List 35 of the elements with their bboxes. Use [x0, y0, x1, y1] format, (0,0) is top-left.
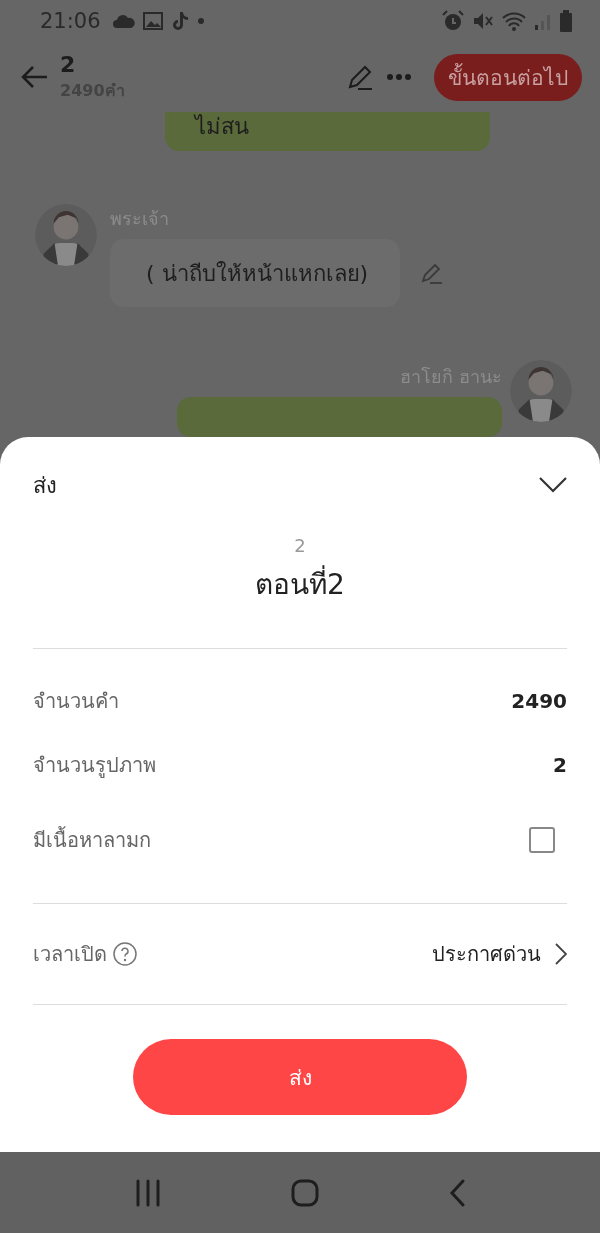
- alarm-icon: [442, 10, 464, 32]
- chevron-down-icon[interactable]: [539, 477, 567, 493]
- stat-value: 2490: [511, 689, 567, 713]
- episode-title: ตอนที่2: [255, 562, 345, 606]
- setting-label: เวลาเปิด: [33, 941, 107, 968]
- next-step-button[interactable]: ขั้นตอนต่อไป: [434, 53, 582, 101]
- stat-label: จำนวนคำ: [33, 688, 119, 715]
- stat-label: จำนวนรูปภาพ: [33, 752, 156, 780]
- chat-bubble: ไม่สน: [165, 112, 490, 151]
- mute-icon: [472, 11, 494, 31]
- chapter-title: 2: [60, 51, 77, 78]
- dot-icon: [196, 17, 205, 25]
- cloud-icon: [112, 14, 135, 28]
- episode-number: 2: [294, 535, 306, 556]
- music-note-icon: [170, 11, 189, 31]
- battery-icon: [560, 10, 572, 32]
- back-arrow-icon[interactable]: [20, 65, 48, 89]
- recent-apps-icon[interactable]: [135, 1178, 161, 1207]
- home-icon[interactable]: [291, 1178, 319, 1207]
- stat-value: 2: [553, 753, 567, 777]
- status-time: 21:06: [40, 9, 101, 33]
- wifi-icon: [502, 11, 526, 31]
- pencil-icon[interactable]: [346, 63, 374, 91]
- more-icon[interactable]: [386, 73, 412, 81]
- checkbox-label: มีเนื้อหาลามก: [33, 825, 151, 854]
- sheet-title: ส่ง: [33, 471, 57, 500]
- chevron-right-icon[interactable]: [555, 943, 567, 965]
- image-icon: [142, 12, 163, 30]
- submit-button[interactable]: ส่ง: [133, 1039, 467, 1115]
- checkbox[interactable]: [529, 827, 555, 853]
- pencil-icon[interactable]: [420, 261, 445, 285]
- help-icon[interactable]: [113, 942, 137, 966]
- chat-bubble: ( น่าถีบให้หน้าแหกเลย): [110, 239, 401, 307]
- back-icon[interactable]: [449, 1178, 465, 1207]
- setting-value[interactable]: ประกาศด่วน: [432, 938, 541, 970]
